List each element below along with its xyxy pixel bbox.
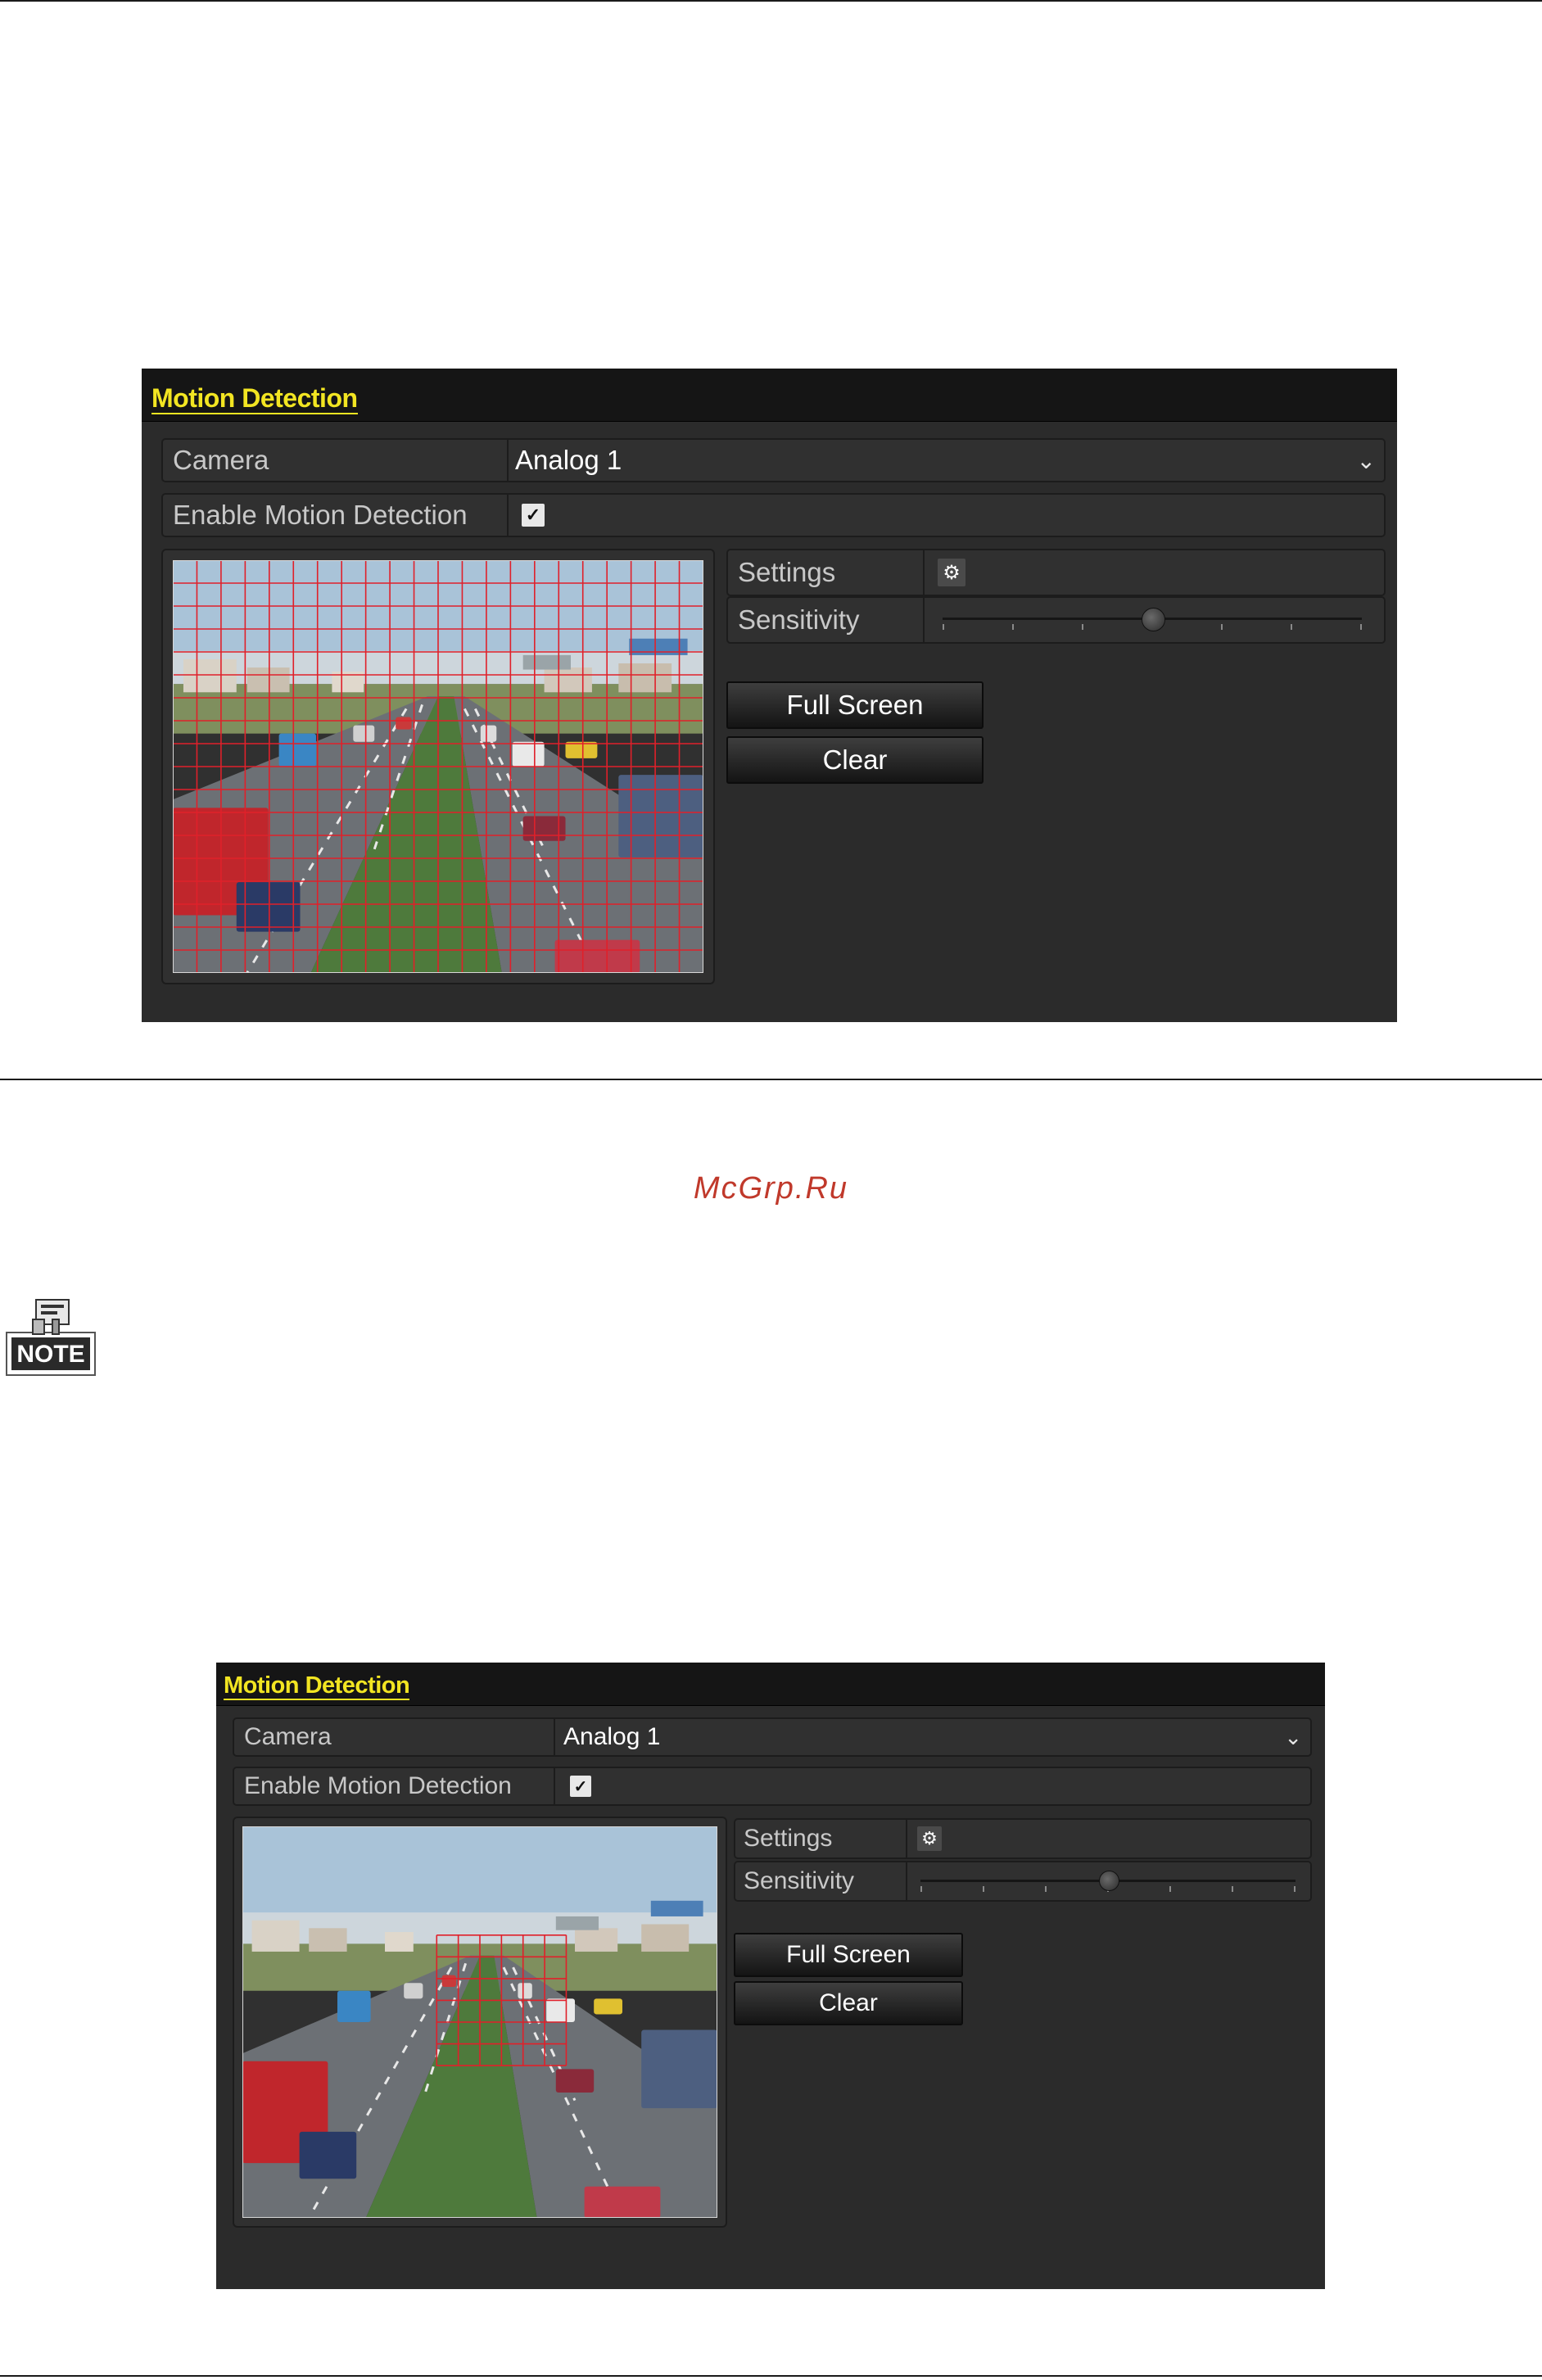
- slider-tick: [1294, 1885, 1296, 1892]
- slider-knob[interactable]: [1141, 607, 1165, 631]
- enable-motion-detection-checkbox[interactable]: ✓: [522, 504, 545, 527]
- clear-button[interactable]: Clear: [734, 1981, 963, 2025]
- note-label: NOTE: [16, 1341, 84, 1368]
- row-divider: [507, 495, 509, 536]
- camera-select[interactable]: Analog 1: [515, 440, 1351, 481]
- motion-detection-panel: Motion Detection Camera Analog 1 ⌄ Enabl…: [216, 1663, 1325, 2289]
- slider-tick: [1291, 624, 1292, 631]
- slider-tick: [1221, 624, 1223, 631]
- enable-motion-detection-label: Enable Motion Detection: [173, 500, 468, 530]
- slider-knob[interactable]: [1098, 1871, 1119, 1892]
- panel-title: Motion Detection: [151, 383, 358, 414]
- enable-motion-detection-label: Enable Motion Detection: [244, 1772, 512, 1799]
- panel-title-bar: Motion Detection: [216, 1663, 1325, 1706]
- camera-preview-frame: [233, 1817, 727, 2228]
- enable-row: Enable Motion Detection ✓: [161, 493, 1386, 537]
- sensitivity-slider[interactable]: [943, 598, 1362, 642]
- middle-rule: [0, 1079, 1542, 1080]
- row-divider: [923, 550, 925, 595]
- camera-row: Camera Analog 1 ⌄: [233, 1717, 1312, 1757]
- settings-row: Settings ⚙: [734, 1818, 1312, 1859]
- settings-label: Settings: [738, 557, 836, 587]
- slider-tick: [1169, 1885, 1171, 1892]
- slider-tick: [920, 1885, 922, 1892]
- row-divider: [923, 598, 925, 642]
- row-divider: [554, 1768, 555, 1804]
- sensitivity-label: Sensitivity: [738, 604, 860, 635]
- camera-preview[interactable]: [173, 560, 703, 973]
- settings-label: Settings: [744, 1825, 833, 1852]
- row-divider: [554, 1719, 555, 1755]
- panel-title: Motion Detection: [224, 1672, 410, 1700]
- slider-tick: [1360, 624, 1362, 631]
- sensitivity-slider[interactable]: [920, 1862, 1296, 1900]
- camera-row: Camera Analog 1 ⌄: [161, 438, 1386, 482]
- full-screen-button[interactable]: Full Screen: [734, 1933, 963, 1977]
- camera-select[interactable]: Analog 1: [563, 1719, 1277, 1755]
- enable-motion-detection-checkbox[interactable]: ✓: [570, 1776, 591, 1797]
- row-divider: [507, 440, 509, 481]
- slider-tick: [1232, 1885, 1233, 1892]
- slider-tick: [1012, 624, 1014, 631]
- row-divider: [906, 1862, 907, 1900]
- enable-row: Enable Motion Detection ✓: [233, 1767, 1312, 1806]
- sensitivity-row: Sensitivity: [726, 596, 1386, 644]
- settings-row: Settings ⚙: [726, 549, 1386, 596]
- chevron-down-icon[interactable]: ⌄: [1357, 440, 1376, 481]
- slider-tick: [943, 624, 944, 631]
- camera-label: Camera: [244, 1723, 332, 1750]
- gear-icon[interactable]: ⚙: [917, 1826, 942, 1851]
- slider-tick: [1045, 1885, 1047, 1892]
- row-divider: [906, 1820, 907, 1857]
- clear-button[interactable]: Clear: [726, 736, 984, 784]
- sensitivity-label: Sensitivity: [744, 1867, 855, 1894]
- bottom-rule: [0, 2375, 1542, 2377]
- watermark-text: McGrp.Ru: [693, 1171, 849, 1206]
- slider-tick: [983, 1885, 984, 1892]
- full-screen-button[interactable]: Full Screen: [726, 681, 984, 729]
- motion-detection-panel: Motion Detection Camera Analog 1 ⌄ Enabl…: [142, 369, 1397, 1022]
- note-icon: NOTE: [6, 1299, 96, 1376]
- sensitivity-row: Sensitivity: [734, 1861, 1312, 1902]
- chevron-down-icon[interactable]: ⌄: [1284, 1719, 1302, 1755]
- camera-label: Camera: [173, 445, 269, 475]
- top-rule: [0, 0, 1542, 2]
- panel-title-bar: Motion Detection: [142, 369, 1397, 422]
- slider-tick: [1082, 624, 1083, 631]
- camera-preview[interactable]: [242, 1826, 717, 2218]
- gear-icon[interactable]: ⚙: [938, 559, 965, 586]
- camera-preview-frame: [161, 549, 715, 984]
